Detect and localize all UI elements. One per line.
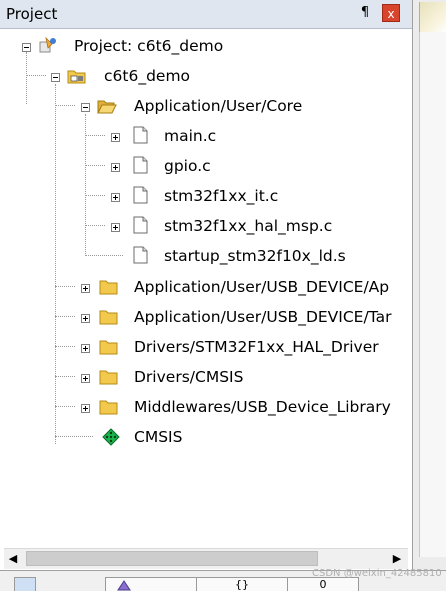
expand-icon[interactable]	[81, 344, 90, 353]
tree-node-file[interactable]: startup_stm32f10x_ld.s	[0, 245, 412, 267]
books-icon	[117, 580, 131, 591]
file-icon	[133, 216, 148, 234]
panel-titlebar: Project ¶ x	[0, 0, 412, 29]
tree-label-project: Project: c6t6_demo	[74, 37, 224, 55]
expand-icon[interactable]	[111, 133, 120, 142]
expand-icon[interactable]	[111, 163, 120, 172]
pin-icon[interactable]: ¶	[358, 4, 372, 22]
tree-label-target: c6t6_demo	[104, 67, 191, 85]
file-icon	[133, 246, 148, 264]
tree-node-group[interactable]: Middlewares/USB_Device_Library	[0, 396, 412, 418]
target-folder-icon	[67, 70, 86, 84]
tree-label-file: gpio.c	[164, 157, 211, 175]
tree-label-group: Application/User/USB_DEVICE/Ap	[134, 278, 390, 296]
cmsis-component-icon	[102, 428, 120, 446]
project-tree: Project: c6t6_demo c6t6_demo Application…	[0, 28, 412, 548]
tree-label-cmsis: CMSIS	[134, 428, 183, 446]
tree-node-target[interactable]: c6t6_demo	[0, 65, 412, 87]
expand-icon[interactable]	[81, 284, 90, 293]
scroll-right-button[interactable]: ▶	[388, 550, 406, 568]
tree-label-file: stm32f1xx_hal_msp.c	[164, 217, 333, 235]
tree-node-cmsis[interactable]: CMSIS	[0, 426, 412, 448]
collapse-icon[interactable]	[81, 103, 90, 112]
project-panel: Project ¶ x Project: c6t6_demo c6t6_demo…	[0, 0, 413, 589]
scroll-left-button[interactable]: ◀	[4, 550, 22, 568]
tree-label-file: main.c	[164, 127, 217, 145]
tree-label-file: startup_stm32f10x_ld.s	[164, 247, 346, 265]
project-icon	[39, 36, 56, 53]
tree-node-group[interactable]: Application/User/Core	[0, 95, 412, 117]
panel-title: Project	[6, 5, 58, 23]
open-folder-icon	[97, 100, 117, 114]
tree-node-group[interactable]: Drivers/CMSIS	[0, 366, 412, 388]
tree-label-group: Drivers/CMSIS	[134, 368, 244, 386]
tree-node-file[interactable]: main.c	[0, 125, 412, 147]
expand-icon[interactable]	[81, 314, 90, 323]
horizontal-scrollbar[interactable]: ◀ ▶	[4, 548, 408, 569]
tree-node-group[interactable]: Application/User/USB_DEVICE/Ap	[0, 276, 412, 298]
tree-node-file[interactable]: stm32f1xx_hal_msp.c	[0, 215, 412, 237]
tree-node-group[interactable]: Application/User/USB_DEVICE/Tar	[0, 306, 412, 328]
expand-icon[interactable]	[111, 223, 120, 232]
folder-icon	[99, 310, 118, 325]
tree-label-group: Drivers/STM32F1xx_HAL_Driver	[134, 338, 379, 356]
tree-node-file[interactable]: gpio.c	[0, 155, 412, 177]
file-icon	[133, 186, 148, 204]
close-button[interactable]: x	[382, 4, 400, 22]
tree-node-group[interactable]: Drivers/STM32F1xx_HAL_Driver	[0, 336, 412, 358]
file-icon	[133, 156, 148, 174]
expand-icon[interactable]	[81, 404, 90, 413]
folder-icon	[99, 280, 118, 295]
tree-label-file: stm32f1xx_it.c	[164, 187, 279, 205]
editor-tab-corner[interactable]	[419, 2, 446, 32]
scroll-thumb[interactable]	[26, 551, 318, 566]
expand-icon[interactable]	[81, 374, 90, 383]
tree-node-file[interactable]: stm32f1xx_it.c	[0, 185, 412, 207]
folder-icon	[99, 370, 118, 385]
tree-label-group: Middlewares/USB_Device_Library	[134, 398, 391, 416]
folder-icon	[99, 340, 118, 355]
folder-icon	[99, 400, 118, 415]
tree-label-group: Application/User/USB_DEVICE/Tar	[134, 308, 392, 326]
expand-icon[interactable]	[111, 193, 120, 202]
collapse-icon[interactable]	[22, 43, 31, 52]
tree-label-group: Application/User/Core	[134, 97, 303, 115]
editor-pane-edge	[413, 0, 446, 589]
editor-area	[419, 32, 446, 557]
watermark: CSDN @weixin_42485810	[312, 568, 442, 579]
file-icon	[133, 126, 148, 144]
tree-node-project[interactable]: Project: c6t6_demo	[0, 35, 412, 57]
collapse-icon[interactable]	[51, 73, 60, 82]
